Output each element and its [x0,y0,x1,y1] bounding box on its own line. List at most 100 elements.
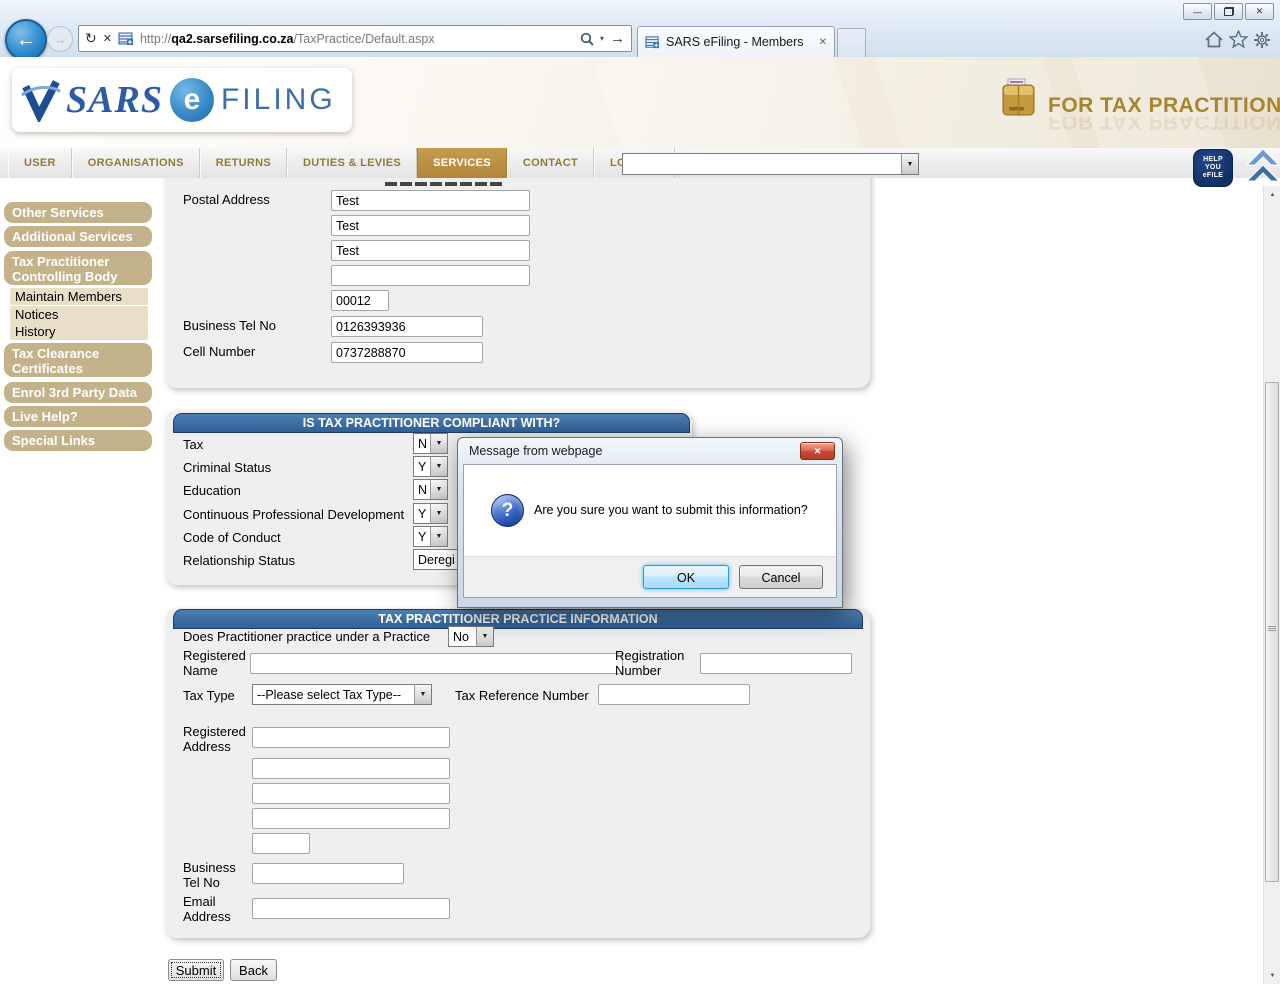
registered-address-code-input[interactable] [252,833,310,854]
postal-address-line3-input[interactable] [331,240,530,261]
search-dropdown-icon[interactable]: ▾ [600,34,604,43]
back-button[interactable]: ← [5,19,47,61]
search-icon[interactable] [580,32,594,46]
chevron-down-icon: ▼ [430,434,447,453]
dialog-footer: OK Cancel [464,556,836,597]
help-you-efile-badge[interactable]: HELP YOU eFILE [1193,149,1233,187]
tax-ref-input[interactable] [598,684,750,705]
sidebar-item-enrol-3rd-party-data[interactable]: Enrol 3rd Party Data [4,382,152,403]
tax-practitioners-banner: FOR TAX PRACTITIONERS [1048,94,1280,118]
sidebar-item-history[interactable]: History [10,323,148,340]
ok-button[interactable]: OK [643,565,729,589]
compliance-conduct-label: Code of Conduct [183,530,281,545]
sidebar-item-special-links[interactable]: Special Links [4,430,152,451]
registration-number-label: Registration Number [615,648,697,678]
dialog-title: Message from webpage [469,444,602,458]
compliance-conduct-select[interactable]: Y ▼ [413,526,448,547]
practice-business-tel-input[interactable] [252,863,404,884]
favorites-star-icon[interactable] [1229,30,1248,48]
sidebar-item-additional-services[interactable]: Additional Services [4,226,152,247]
browser-chrome: — ✕ ← → ↻ ✕ [0,0,1280,58]
collapse-chevrons-icon[interactable] [1246,148,1280,188]
postal-address-line2-input[interactable] [331,215,530,236]
nav-item-user[interactable]: USER [8,148,72,178]
practice-panel-title: TAX PRACTITIONER PRACTICE INFORMATION [173,609,863,629]
help-badge-line: YOU [1194,164,1232,172]
vertical-scrollbar[interactable]: ▲ ▼ [1263,186,1280,984]
compliance-cpd-select[interactable]: Y ▼ [413,503,448,524]
nav-item-returns[interactable]: RETURNS [200,148,287,178]
banner-reflection: FOR TAX PRACTITIONERS [1048,117,1280,133]
go-icon[interactable]: → [610,30,625,47]
nav-item-duties-levies[interactable]: DUTIES & LEVIES [287,148,417,178]
cancel-button[interactable]: Cancel [739,565,823,589]
registered-name-input[interactable] [250,653,623,674]
sidebar-item-tax-clearance-certificates[interactable]: Tax Clearance Certificates [4,343,152,377]
site-header: SARS e FILING FOR TAX PRACTITIONERS FOR … [0,57,1280,148]
email-address-input[interactable] [252,898,450,919]
scrollbar-thumb[interactable] [1265,382,1279,882]
nav-item-organisations[interactable]: ORGANISATIONS [72,148,200,178]
home-icon[interactable] [1205,31,1223,48]
url-domain: qa2.sarsefiling.co.za [171,32,293,46]
close-icon: ✕ [814,446,822,457]
window-controls: — ✕ [1183,3,1274,20]
registered-address-line2-input[interactable] [252,758,450,779]
compliance-education-select[interactable]: N ▼ [413,479,448,500]
browser-tab[interactable]: SARS eFiling - Members ✕ [637,26,835,57]
compliance-conduct-value: Y [414,527,430,546]
sidebar-item-notices[interactable]: Notices [10,306,148,323]
practice-question-label: Does Practitioner practice under a Pract… [183,629,430,644]
sidebar-item-tax-practitioner-controlling-body[interactable]: Tax Practitioner Controlling Body [4,251,152,285]
compliance-education-value: N [414,480,430,499]
close-icon: ✕ [1256,6,1264,17]
address-bar[interactable]: ↻ ✕ http://qa2.sarsefiling.co.za/TaxPrac… [78,25,632,52]
url-text[interactable]: http://qa2.sarsefiling.co.za/TaxPractice… [140,32,574,46]
restore-icon [1224,7,1234,16]
taxpayer-select[interactable]: ▼ [622,153,919,175]
registration-number-input[interactable] [700,653,852,674]
stop-icon[interactable]: ✕ [103,32,112,45]
submit-button[interactable]: Submit [168,959,224,981]
tax-type-select[interactable]: --Please select Tax Type-- ▼ [252,684,432,705]
refresh-icon[interactable]: ↻ [85,30,97,47]
email-address-label: Email Address [183,894,245,924]
practice-question-select[interactable]: No ▼ [448,626,494,647]
dialog-close-button[interactable]: ✕ [800,442,835,460]
sidebar-item-maintain-members[interactable]: Maintain Members [10,288,148,305]
nav-item-services[interactable]: SERVICES [417,148,507,178]
postal-address-line4-input[interactable] [331,265,530,286]
tools-gear-icon[interactable] [1253,31,1271,49]
logo-filing-text: FILING [221,83,336,117]
page-favicon [118,31,134,47]
tab-title: SARS eFiling - Members [666,35,813,49]
registered-address-line4-input[interactable] [252,808,450,829]
tab-close-icon[interactable]: ✕ [819,37,827,48]
chevron-down-icon: ▼ [430,457,447,476]
postal-code-input[interactable] [331,290,389,311]
chevron-down-icon: ▼ [430,504,447,523]
sidebar-item-other-services[interactable]: Other Services [4,202,152,223]
sidebar-item-live-help[interactable]: Live Help? [4,406,152,427]
close-window-button[interactable]: ✕ [1245,3,1274,20]
minimize-button[interactable]: — [1183,3,1212,20]
chevron-down-icon: ▼ [476,627,493,646]
back-button-form[interactable]: Back [230,959,277,981]
scroll-up-button[interactable]: ▲ [1264,186,1280,203]
new-tab-stub[interactable] [837,28,866,58]
business-tel-input[interactable] [331,316,483,337]
postal-address-line1-input[interactable] [331,190,530,211]
chevron-down-icon: ▼ [901,154,918,174]
compliance-cpd-label: Continuous Professional Development [183,507,404,522]
compliance-tax-select[interactable]: N ▼ [413,433,448,454]
registered-address-label: Registered Address [183,724,253,754]
compliance-criminal-select[interactable]: Y ▼ [413,456,448,477]
scroll-down-button[interactable]: ▼ [1264,967,1280,984]
cell-number-input[interactable] [331,342,483,363]
sars-check-icon [20,78,62,122]
nav-item-contact[interactable]: CONTACT [507,148,594,178]
registered-address-line3-input[interactable] [252,783,450,804]
registered-address-line1-input[interactable] [252,727,450,748]
restore-button[interactable] [1214,3,1243,20]
forward-button[interactable]: → [47,26,73,52]
